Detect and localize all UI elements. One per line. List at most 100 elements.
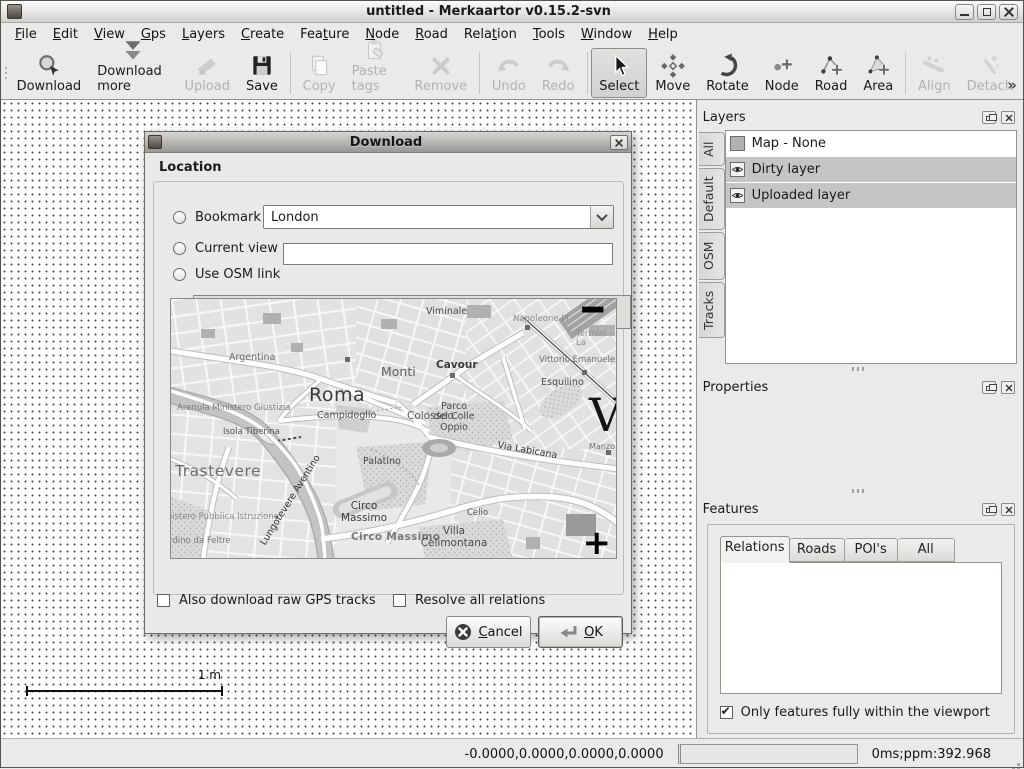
eye-icon[interactable]: [730, 188, 745, 203]
layer-row-dirty[interactable]: Dirty layer: [726, 157, 1016, 182]
zoom-in-control[interactable]: +: [583, 526, 612, 559]
map-preview[interactable]: Argentina Arenula Ministero Giustizia Ro…: [170, 298, 617, 559]
dialog-close-button[interactable]: [610, 135, 628, 150]
align-button[interactable]: Align: [910, 48, 959, 98]
minimize-button[interactable]: [955, 4, 974, 20]
copy-button[interactable]: Copy: [295, 48, 344, 98]
download-more-button[interactable]: Download more: [89, 48, 176, 98]
menu-tools[interactable]: Tools: [525, 25, 573, 44]
resolve-relations-option[interactable]: Resolve all relations: [393, 593, 545, 608]
menu-edit[interactable]: Edit: [45, 25, 86, 44]
undo-icon: [496, 52, 522, 79]
osm-link-radio[interactable]: [173, 268, 186, 281]
area-label: Area: [863, 79, 893, 94]
current-view-option[interactable]: Current view: [173, 241, 278, 256]
app-icon: [7, 4, 22, 19]
node-tool-button[interactable]: Node: [757, 48, 807, 98]
paste-tags-icon: [362, 38, 388, 64]
menu-create[interactable]: Create: [233, 25, 292, 44]
remove-button[interactable]: Remove: [406, 48, 475, 98]
gps-tracks-checkbox[interactable]: [157, 594, 170, 607]
current-view-radio[interactable]: [173, 242, 186, 255]
properties-close-button[interactable]: [1001, 381, 1015, 394]
select-tool-button[interactable]: Select: [591, 48, 647, 98]
download-button[interactable]: Download: [9, 48, 90, 98]
road-icon: [818, 52, 844, 79]
properties-float-button[interactable]: [982, 381, 996, 394]
move-tool-button[interactable]: Move: [647, 48, 698, 98]
road-tool-button[interactable]: Road: [807, 48, 856, 98]
features-tab-relations[interactable]: Relations: [720, 536, 790, 563]
features-close-button[interactable]: [1001, 503, 1015, 516]
dialog-icon: [148, 135, 162, 149]
dialog-titlebar[interactable]: Download: [145, 132, 631, 153]
save-button[interactable]: Save: [238, 48, 286, 98]
osm-link-option[interactable]: Use OSM link: [173, 267, 280, 282]
maximize-icon: [983, 8, 991, 16]
undo-label: Undo: [492, 79, 526, 94]
toolbar-handle[interactable]: [3, 48, 9, 98]
bookmark-option[interactable]: Bookmark: [173, 210, 261, 225]
layer-label: Map - None: [752, 136, 826, 151]
layer-row-map[interactable]: Map - None: [726, 131, 1016, 156]
redo-button[interactable]: Redo: [534, 48, 583, 98]
features-tab-roads[interactable]: Roads: [790, 538, 845, 562]
menu-road[interactable]: Road: [407, 25, 456, 44]
toolbar-separator: [587, 52, 588, 94]
layer-visibility-checkbox[interactable]: [730, 136, 745, 151]
dock-splitter[interactable]: [699, 364, 1017, 374]
copy-icon: [306, 52, 332, 79]
features-float-button[interactable]: [982, 503, 996, 516]
cancel-button[interactable]: Cancel: [446, 616, 531, 648]
features-list[interactable]: [720, 562, 1002, 694]
combo-arrow-button[interactable]: [590, 206, 613, 228]
upload-button[interactable]: Upload: [176, 48, 238, 98]
layers-tab-all[interactable]: All: [699, 132, 725, 166]
cancel-icon: [454, 623, 472, 641]
features-tab-pois[interactable]: POI's: [845, 538, 898, 562]
features-tabbar: Relations Roads POI's All: [720, 535, 1002, 562]
layers-tabbar: All Default OSM Tracks: [699, 130, 725, 364]
zoom-out-control[interactable]: −: [579, 298, 608, 335]
layers-float-button[interactable]: [982, 111, 996, 124]
detach-icon: [977, 52, 1003, 79]
properties-empty-area: [699, 400, 1017, 486]
close-icon: [1006, 384, 1013, 391]
osm-link-input[interactable]: [283, 243, 613, 265]
eye-icon[interactable]: [730, 162, 745, 177]
resolve-relations-label: Resolve all relations: [415, 593, 545, 608]
menu-help[interactable]: Help: [640, 25, 686, 44]
area-tool-button[interactable]: Area: [855, 48, 901, 98]
layer-row-uploaded[interactable]: Uploaded layer: [726, 183, 1016, 208]
menu-layers[interactable]: Layers: [174, 25, 233, 44]
menu-file[interactable]: File: [7, 25, 45, 44]
layers-tab-osm[interactable]: OSM: [699, 232, 725, 280]
menubar: File Edit View Gps Layers Create Feature…: [1, 23, 1023, 46]
features-tab-all[interactable]: All: [898, 538, 955, 562]
paste-tags-button[interactable]: Paste tags: [344, 48, 407, 98]
maximize-button[interactable]: [977, 4, 996, 20]
bookmark-radio[interactable]: [173, 211, 186, 224]
undo-button[interactable]: Undo: [484, 48, 534, 98]
bookmark-combobox[interactable]: London: [263, 205, 614, 229]
rotate-tool-button[interactable]: Rotate: [698, 48, 757, 98]
float-icon: [986, 508, 992, 513]
gps-tracks-option[interactable]: Also download raw GPS tracks: [157, 593, 376, 608]
viewport-only-checkbox[interactable]: [720, 706, 733, 719]
titlebar[interactable]: untitled - Merkaartor v0.15.2-svn: [1, 1, 1023, 23]
toolbar-separator: [290, 52, 291, 94]
layers-close-button[interactable]: [1001, 111, 1015, 124]
close-button[interactable]: [999, 4, 1018, 20]
toolbar-overflow-chevron[interactable]: »: [1007, 76, 1017, 94]
dock-splitter[interactable]: [699, 486, 1017, 496]
menu-feature[interactable]: Feature: [292, 25, 357, 44]
ok-button[interactable]: OK: [538, 616, 623, 648]
layers-tab-tracks[interactable]: Tracks: [699, 282, 725, 338]
upload-label: Upload: [184, 79, 230, 94]
menu-window[interactable]: Window: [573, 25, 640, 44]
resize-grip[interactable]: [1017, 763, 1020, 766]
menu-relation[interactable]: Relation: [456, 25, 525, 44]
layers-tab-default[interactable]: Default: [699, 168, 725, 230]
move-icon: [660, 52, 686, 79]
resolve-relations-checkbox[interactable]: [393, 594, 406, 607]
